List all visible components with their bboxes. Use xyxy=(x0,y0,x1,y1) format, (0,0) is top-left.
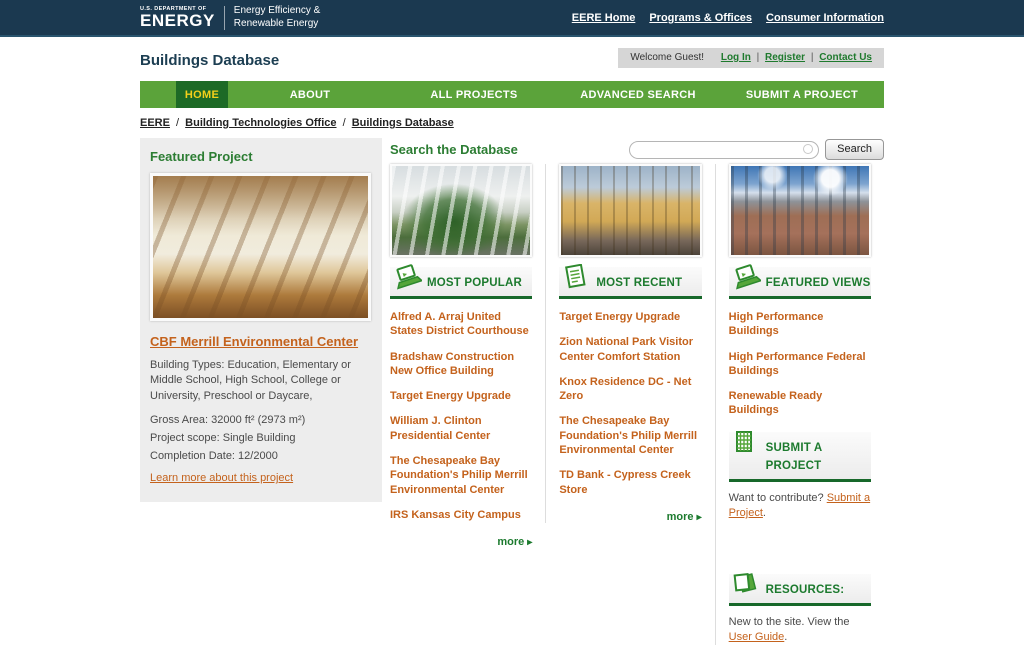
project-link[interactable]: Target Energy Upgrade xyxy=(559,310,701,324)
arrow-right-icon: ▸ xyxy=(696,511,702,523)
most-popular-title: MOST POPULAR xyxy=(427,277,523,289)
papers-icon xyxy=(731,571,761,602)
more-label: more xyxy=(666,510,694,523)
featured-views-header: FEATURED VIEWS xyxy=(728,264,871,299)
nav-all-projects[interactable]: ALL PROJECTS xyxy=(392,81,556,108)
featured-project-photo[interactable] xyxy=(150,173,371,321)
program-name-line1: Energy Efficiency & xyxy=(233,5,321,16)
breadcrumb-separator: / xyxy=(176,117,180,129)
breadcrumb-buildings-database[interactable]: Buildings Database xyxy=(352,117,454,129)
most-recent-header: MOST RECENT xyxy=(559,263,702,299)
link-programs-offices[interactable]: Programs & Offices xyxy=(649,12,752,24)
project-link[interactable]: The Chesapeake Bay Foundation's Philip M… xyxy=(559,414,701,457)
register-link[interactable]: Register xyxy=(765,52,805,63)
project-scope-text: Project scope: Single Building xyxy=(150,432,296,445)
breadcrumb-eere[interactable]: EERE xyxy=(140,117,170,129)
most-recent-column: MOST RECENT Target Energy Upgrade Zion N… xyxy=(545,164,714,523)
project-link[interactable]: Zion National Park Visitor Center Comfor… xyxy=(559,335,701,364)
link-separator: | xyxy=(756,52,760,63)
resources-header: RESOURCES: xyxy=(728,571,871,606)
project-link[interactable]: IRS Kansas City Campus xyxy=(390,508,532,522)
resources-text-suffix: . xyxy=(784,630,788,643)
most-popular-photo[interactable] xyxy=(390,164,533,257)
featured-views-list: High Performance Buildings High Performa… xyxy=(729,310,871,418)
search-input[interactable] xyxy=(629,140,820,159)
project-link[interactable]: William J. Clinton Presidential Center xyxy=(390,414,532,443)
most-recent-more-link[interactable]: more ▸ xyxy=(559,510,702,523)
masthead: Buildings Database Welcome Guest! Log In… xyxy=(140,37,884,81)
more-label: more xyxy=(497,536,525,549)
nav-submit-a-project[interactable]: SUBMIT A PROJECT xyxy=(720,81,884,108)
doe-logo: U.S. DEPARTMENT OF ENERGY Energy Efficie… xyxy=(140,5,320,30)
nav-home[interactable]: HOME xyxy=(176,81,228,108)
most-popular-header: MOST POPULAR xyxy=(390,264,533,299)
document-icon xyxy=(561,263,589,295)
completion-date-text: Completion Date: 12/2000 xyxy=(150,450,278,463)
gross-area-text: Gross Area: 32000 ft² (2973 m²) xyxy=(150,414,306,427)
nav-advanced-search[interactable]: ADVANCED SEARCH xyxy=(556,81,720,108)
program-name-line2: Renewable Energy xyxy=(233,17,319,29)
project-link[interactable]: The Chesapeake Bay Foundation's Philip M… xyxy=(390,454,532,497)
contact-us-link[interactable]: Contact Us xyxy=(819,52,872,63)
view-link[interactable]: Renewable Ready Buildings xyxy=(729,389,871,418)
laptop-icon xyxy=(392,264,424,295)
featured-project-panel: Featured Project CBF Merrill Environment… xyxy=(140,138,382,503)
resources-title: RESOURCES: xyxy=(765,583,845,596)
learn-more-link[interactable]: Learn more about this project xyxy=(150,472,293,484)
most-recent-list: Target Energy Upgrade Zion National Park… xyxy=(559,310,701,497)
most-recent-photo[interactable] xyxy=(559,164,702,257)
most-popular-column: MOST POPULAR Alfred A. Arraj United Stat… xyxy=(390,164,545,548)
search-button[interactable]: Search xyxy=(825,138,884,160)
featured-views-column: FEATURED VIEWS High Performance Building… xyxy=(714,164,884,645)
submit-project-header: SUBMIT A PROJECT xyxy=(728,429,871,482)
main-nav: HOME ABOUT ALL PROJECTS ADVANCED SEARCH … xyxy=(140,81,884,108)
search-heading: Search the Database xyxy=(390,141,518,157)
link-eere-home[interactable]: EERE Home xyxy=(572,12,636,24)
nav-about[interactable]: ABOUT xyxy=(228,81,392,108)
welcome-bar: Welcome Guest! Log In | Register | Conta… xyxy=(618,48,884,68)
most-recent-title: MOST RECENT xyxy=(596,277,683,289)
project-link[interactable]: Bradshaw Construction New Office Buildin… xyxy=(390,350,532,379)
laptop-icon xyxy=(731,264,762,295)
most-popular-list: Alfred A. Arraj United States District C… xyxy=(390,310,532,522)
project-link[interactable]: Alfred A. Arraj United States District C… xyxy=(390,310,532,339)
logo-divider xyxy=(223,5,225,30)
utility-nav: EERE Home Programs & Offices Consumer In… xyxy=(572,12,884,24)
submit-text-prefix: Want to contribute? xyxy=(728,491,827,504)
building-icon xyxy=(731,429,757,460)
breadcrumb: EERE / Building Technologies Office / Bu… xyxy=(140,108,884,136)
project-link[interactable]: Target Energy Upgrade xyxy=(390,389,532,403)
project-link[interactable]: Knox Residence DC - Net Zero xyxy=(559,375,701,404)
top-header-bar: U.S. DEPARTMENT OF ENERGY Energy Efficie… xyxy=(0,0,1024,37)
link-separator: | xyxy=(810,52,814,63)
user-guide-link[interactable]: User Guide xyxy=(729,631,785,643)
resources-text-prefix: New to the site. View the xyxy=(728,615,850,628)
featured-views-photo[interactable] xyxy=(728,164,871,257)
submit-project-text: Want to contribute? Submit a Project. xyxy=(729,491,871,522)
submit-project-title: SUBMIT A PROJECT xyxy=(765,441,822,472)
featured-views-title: FEATURED VIEWS xyxy=(765,277,871,289)
doe-energy-wordmark: ENERGY xyxy=(140,11,215,30)
search-field-icon xyxy=(803,143,814,154)
view-link[interactable]: High Performance Federal Buildings xyxy=(729,350,871,379)
most-popular-more-link[interactable]: more ▸ xyxy=(390,536,532,548)
welcome-text: Welcome Guest! xyxy=(630,52,705,63)
featured-project-title-link[interactable]: CBF Merrill Environmental Center xyxy=(150,334,358,349)
featured-project-heading: Featured Project xyxy=(150,149,253,164)
breadcrumb-building-technologies-office[interactable]: Building Technologies Office xyxy=(185,117,336,129)
search-bar: Search the Database Search xyxy=(390,138,884,160)
link-consumer-information[interactable]: Consumer Information xyxy=(766,12,884,24)
resources-text: New to the site. View the User Guide. xyxy=(729,615,871,645)
breadcrumb-separator: / xyxy=(342,117,346,129)
log-in-link[interactable]: Log In xyxy=(721,52,751,63)
building-types-text: Building Types: Education, Elementary or… xyxy=(150,359,351,402)
arrow-right-icon: ▸ xyxy=(527,537,533,549)
project-link[interactable]: TD Bank - Cypress Creek Store xyxy=(559,468,701,497)
view-link[interactable]: High Performance Buildings xyxy=(729,310,871,339)
submit-text-suffix: . xyxy=(762,507,766,520)
